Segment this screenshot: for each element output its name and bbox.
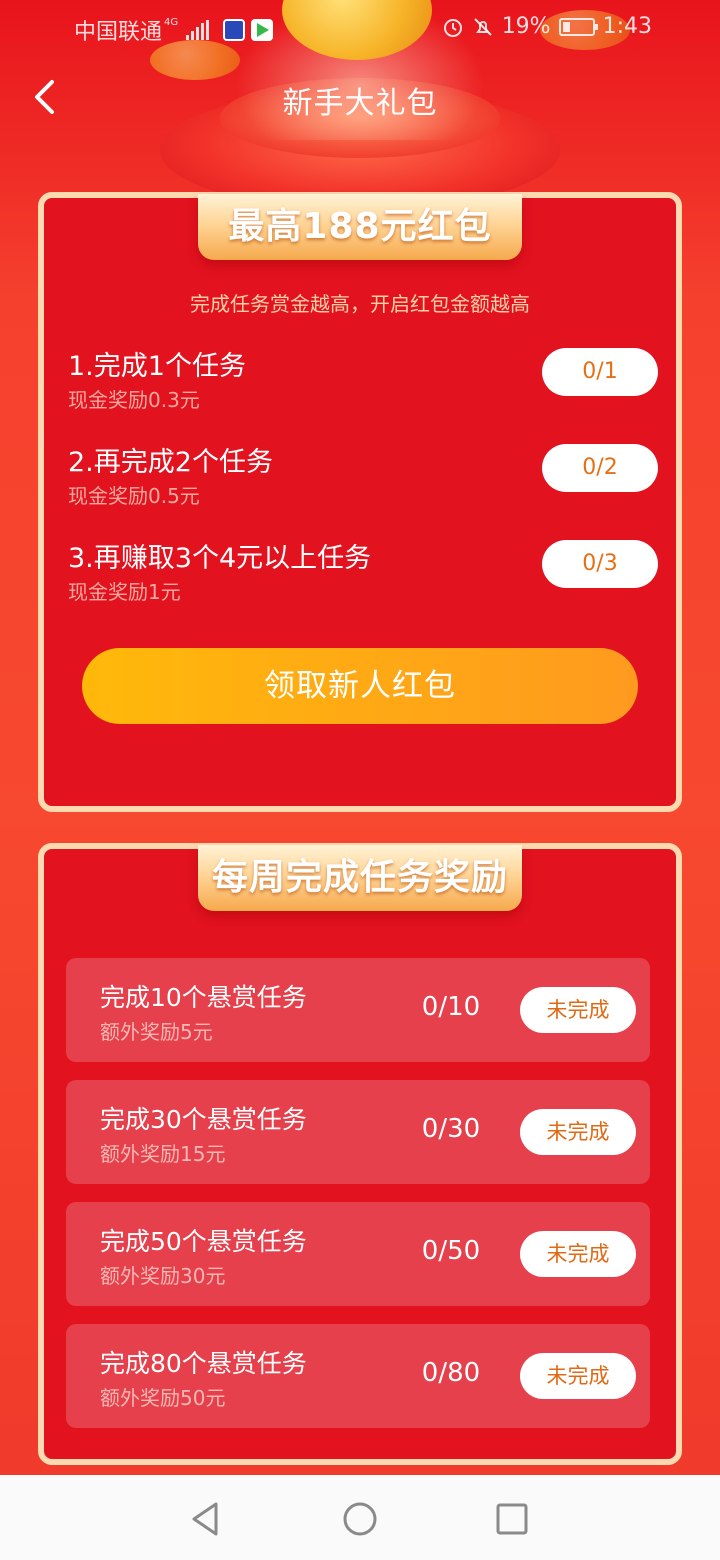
weekly-reward-card: 每周完成任务奖励 完成10个悬赏任务 额外奖励5元 0/10 未完成 完成30个… [38,843,682,1465]
weekly-task-title: 完成30个悬赏任务 [100,1105,307,1134]
weekly-task-title: 完成80个悬赏任务 [100,1349,307,1378]
square-recent-icon [496,1503,528,1535]
task-item: 2.再完成2个任务 现金奖励0.5元 0/2 [68,440,658,510]
task-progress-badge: 0/1 [542,348,658,396]
app-notification-icon [223,19,246,41]
weekly-task-reward: 额外奖励5元 [100,1020,213,1044]
weekly-task-row: 完成80个悬赏任务 额外奖励50元 0/80 未完成 [66,1324,650,1428]
alarm-icon [443,18,462,37]
weekly-task-progress: 0/10 [421,992,481,1022]
task-item: 1.完成1个任务 现金奖励0.3元 0/1 [68,344,658,414]
battery-icon [558,17,598,36]
clock: 1:43 [602,14,652,39]
task-reward: 现金奖励1元 [68,580,181,604]
system-recent-button[interactable] [492,1499,532,1539]
task-title: 3.再赚取3个4元以上任务 [68,543,372,574]
weekly-task-title: 完成10个悬赏任务 [100,983,307,1012]
task-progress-badge: 0/3 [542,540,658,588]
weekly-task-row: 完成50个悬赏任务 额外奖励30元 0/50 未完成 [66,1202,650,1306]
weekly-task-status-button[interactable]: 未完成 [520,1109,636,1155]
task-reward: 现金奖励0.3元 [68,388,200,412]
weekly-task-row: 完成10个悬赏任务 额外奖励5元 0/10 未完成 [66,958,650,1062]
claim-newbie-redpacket-button[interactable]: 领取新人红包 [82,648,638,724]
battery-percent: 19% [501,14,551,39]
weekly-task-reward: 额外奖励30元 [100,1264,226,1288]
newbie-ribbon-title: 最高188元红包 [198,194,522,260]
status-bar: 中国联通 4G 19% 1:43 [0,0,720,56]
newbie-gift-card: 最高188元红包 完成任务赏金越高，开启红包金额越高 1.完成1个任务 现金奖励… [38,192,682,812]
weekly-task-reward: 额外奖励50元 [100,1386,226,1410]
network-label: 4G [164,16,179,28]
system-navigation-bar [0,1475,720,1560]
status-left: 中国联通 4G [74,14,274,46]
weekly-task-status-button[interactable]: 未完成 [520,1353,636,1399]
task-reward: 现金奖励0.5元 [68,484,200,508]
task-item: 3.再赚取3个4元以上任务 现金奖励1元 0/3 [68,536,658,606]
newbie-subtitle: 完成任务赏金越高，开启红包金额越高 [190,292,530,316]
mute-icon [473,17,492,36]
weekly-task-reward: 额外奖励15元 [100,1142,226,1166]
status-right: 19% 1:43 [442,14,652,39]
weekly-task-row: 完成30个悬赏任务 额外奖励15元 0/30 未完成 [66,1080,650,1184]
play-notification-icon [251,19,274,41]
system-back-button[interactable] [186,1499,226,1539]
weekly-task-progress: 0/50 [421,1236,481,1266]
weekly-task-status-button[interactable]: 未完成 [520,1231,636,1277]
weekly-task-status-button[interactable]: 未完成 [520,987,636,1033]
triangle-back-icon [192,1502,218,1536]
task-title: 1.完成1个任务 [68,351,246,382]
task-progress-badge: 0/2 [542,444,658,492]
page-title: 新手大礼包 [282,86,438,121]
circle-home-icon [343,1502,377,1536]
task-title: 2.再完成2个任务 [68,447,273,478]
weekly-task-progress: 0/80 [421,1358,481,1388]
signal-icon [186,20,210,40]
weekly-task-progress: 0/30 [421,1114,481,1144]
carrier-label: 中国联通 [74,20,163,45]
weekly-ribbon-title: 每周完成任务奖励 [198,845,522,911]
weekly-task-title: 完成50个悬赏任务 [100,1227,307,1256]
system-home-button[interactable] [340,1499,380,1539]
